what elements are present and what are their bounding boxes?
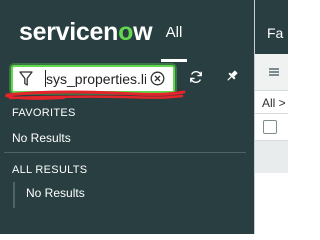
hamburger-icon[interactable] — [269, 68, 279, 76]
filter-input-value[interactable]: sys_properties.list — [46, 70, 146, 88]
top-header: servicenow All — [0, 0, 287, 63]
tab-favorites-partial[interactable]: Fa — [267, 25, 283, 41]
tab-all[interactable]: All — [158, 24, 190, 62]
filter-funnel-icon — [19, 71, 33, 86]
header-right-strip: Fa — [255, 0, 288, 55]
row-divider — [255, 113, 288, 114]
favorites-empty-text: No Results — [12, 131, 71, 145]
servicenow-logo[interactable]: servicenow — [19, 18, 153, 47]
table-row[interactable] — [255, 141, 288, 173]
tree-indent-line — [13, 182, 15, 208]
all-results-empty-text: No Results — [26, 186, 85, 200]
clear-icon[interactable] — [150, 71, 165, 86]
pin-icon[interactable] — [225, 69, 239, 83]
breadcrumb[interactable]: All > — [262, 96, 286, 110]
select-all-checkbox[interactable] — [263, 120, 277, 134]
favorites-section-label: FAVORITES — [12, 107, 76, 119]
content-area-edge: Fa All > — [254, 0, 288, 234]
all-results-section-label: ALL RESULTS — [12, 164, 88, 176]
logo-accent-letter: o — [118, 18, 134, 46]
refresh-icon[interactable] — [189, 70, 203, 84]
navigator-filter-input[interactable]: sys_properties.list — [11, 65, 175, 93]
section-divider — [4, 152, 246, 153]
